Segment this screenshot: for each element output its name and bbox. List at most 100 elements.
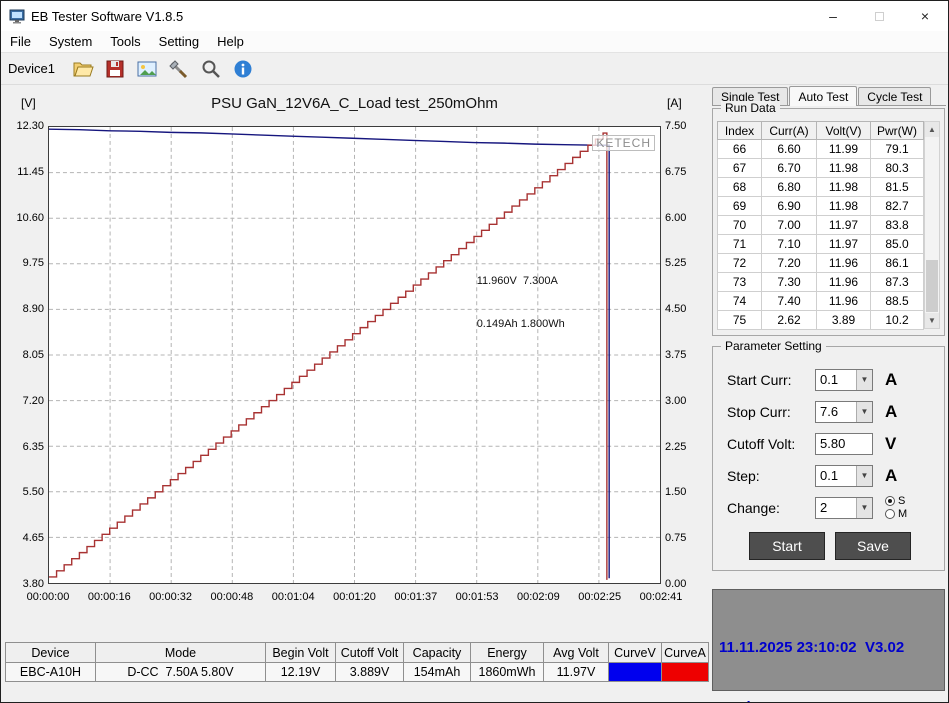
start-curr-label: Start Curr:	[727, 372, 815, 388]
run-data-row[interactable]: 727.2011.9686.1	[718, 254, 924, 273]
scroll-down-icon[interactable]: ▼	[925, 313, 939, 328]
tab-auto-test[interactable]: Auto Test	[789, 86, 857, 106]
step-unit: A	[885, 466, 897, 486]
right-axis-tick: 1.50	[665, 486, 701, 498]
start-curr-unit: A	[885, 370, 897, 390]
export-image-button[interactable]	[133, 55, 161, 83]
change-combo[interactable]: 2 ▼	[815, 497, 873, 519]
change-mode-radios: S M	[885, 495, 907, 521]
x-axis-tick: 00:00:32	[145, 591, 197, 603]
run-data-row[interactable]: 747.4011.9688.5	[718, 292, 924, 311]
col-device: Device	[6, 643, 96, 663]
start-curr-combo[interactable]: 0.1 ▼	[815, 369, 873, 391]
radio-m[interactable]: M	[885, 508, 907, 521]
status-panel: 11.11.2025 23:10:02 V3.02 Device1: STOP	[712, 589, 945, 691]
x-axis-tick: 00:00:48	[206, 591, 258, 603]
right-axis-tick: 4.50	[665, 303, 701, 315]
left-axis-tick: 3.80	[6, 578, 44, 590]
menu-file[interactable]: File	[1, 31, 40, 53]
chevron-down-icon[interactable]: ▼	[856, 466, 872, 486]
menu-system[interactable]: System	[40, 31, 101, 53]
left-axis-unit: [V]	[21, 96, 36, 110]
run-data-row[interactable]: 686.8011.9881.5	[718, 178, 924, 197]
device-value: EBC-A10H	[6, 663, 96, 682]
x-axis-tick: 00:00:16	[83, 591, 135, 603]
left-axis-tick: 11.45	[6, 166, 44, 178]
tab-cycle-test[interactable]: Cycle Test	[858, 87, 931, 105]
chart-area: [V] PSU GaN_12V6A_C_Load test_250mOhm [A…	[5, 89, 707, 621]
cursor-readout-line2: 0.149Ah 1.800Wh	[477, 317, 565, 331]
run-data-row[interactable]: 666.6011.9979.1	[718, 140, 924, 159]
maximize-button[interactable]	[856, 1, 902, 31]
save-button[interactable]: Save	[835, 532, 911, 560]
minimize-button[interactable]: –	[810, 1, 856, 31]
stop-curr-unit: A	[885, 402, 897, 422]
stop-curr-combo[interactable]: 7.6 ▼	[815, 401, 873, 423]
start-button[interactable]: Start	[749, 532, 825, 560]
menu-help[interactable]: Help	[208, 31, 253, 53]
close-button[interactable]: ×	[902, 1, 948, 31]
open-file-button[interactable]	[69, 55, 97, 83]
scrollbar-thumb[interactable]	[926, 260, 938, 312]
radio-s[interactable]: S	[885, 495, 907, 508]
window-controls: – ×	[810, 1, 948, 31]
cutoff-volt-input[interactable]: 5.80	[815, 433, 873, 455]
menubar: File System Tools Setting Help	[1, 31, 948, 53]
right-axis-tick: 7.50	[665, 120, 701, 132]
change-label: Change:	[727, 500, 815, 516]
step-combo[interactable]: 0.1 ▼	[815, 465, 873, 487]
step-row: Step: 0.1 ▼ A	[727, 463, 938, 488]
status-datetime: 11.11.2025 23:10:02 V3.02	[719, 638, 938, 658]
start-curr-row: Start Curr: 0.1 ▼ A	[727, 367, 938, 392]
curve-a-swatch[interactable]	[662, 663, 709, 682]
save-button-toolbar[interactable]	[101, 55, 129, 83]
run-data-row[interactable]: 676.7011.9880.3	[718, 159, 924, 178]
menu-setting[interactable]: Setting	[150, 31, 208, 53]
parameter-setting-legend: Parameter Setting	[721, 339, 826, 353]
cursor-readout-line1: 11.960V 7.300A	[477, 274, 565, 288]
x-axis-tick: 00:02:41	[635, 591, 687, 603]
run-data-row[interactable]: 737.3011.9687.3	[718, 273, 924, 292]
run-data-row[interactable]: 752.623.8910.2	[718, 311, 924, 330]
right-axis-tick: 3.00	[665, 395, 701, 407]
run-data-row[interactable]: 717.1011.9785.0	[718, 235, 924, 254]
right-axis-tick: 0.75	[665, 532, 701, 544]
run-data-row[interactable]: 696.9011.9882.7	[718, 197, 924, 216]
info-button[interactable]	[229, 55, 257, 83]
result-header-row: Device Mode Begin Volt Cutoff Volt Capac…	[6, 643, 709, 663]
scroll-up-icon[interactable]: ▲	[925, 122, 939, 137]
left-axis-tick: 12.30	[6, 120, 44, 132]
avg-volt-value: 11.97V	[544, 663, 609, 682]
col-curr: Curr(A)	[762, 122, 817, 140]
col-energy: Energy	[471, 643, 544, 663]
tools-button[interactable]	[165, 55, 193, 83]
col-avg-volt: Avg Volt	[544, 643, 609, 663]
x-axis-tick: 00:02:25	[574, 591, 626, 603]
zoom-button[interactable]	[197, 55, 225, 83]
right-axis-tick: 2.25	[665, 441, 701, 453]
chevron-down-icon[interactable]: ▼	[856, 402, 872, 422]
result-table: Device Mode Begin Volt Cutoff Volt Capac…	[5, 642, 709, 682]
parameter-setting-group: Parameter Setting Start Curr: 0.1 ▼ A St…	[712, 346, 945, 571]
cutoff-volt-unit: V	[885, 434, 896, 454]
plot-area[interactable]: 11.960V 7.300A 0.149Ah 1.800Wh KETECH	[48, 126, 661, 584]
energy-value: 1860mWh	[471, 663, 544, 682]
radio-m-dot	[885, 509, 895, 519]
right-axis-tick: 6.75	[665, 166, 701, 178]
left-axis-tick: 6.35	[6, 441, 44, 453]
run-data-row[interactable]: 707.0011.9783.8	[718, 216, 924, 235]
run-data-scrollbar[interactable]: ▲ ▼	[924, 121, 940, 329]
chevron-down-icon[interactable]: ▼	[856, 498, 872, 518]
right-axis-tick: 0.00	[665, 578, 701, 590]
chevron-down-icon[interactable]: ▼	[856, 370, 872, 390]
right-axis-tick: 6.00	[665, 212, 701, 224]
col-cutoff-volt: Cutoff Volt	[336, 643, 404, 663]
cutoff-volt-label: Cutoff Volt:	[727, 436, 815, 452]
menu-tools[interactable]: Tools	[101, 31, 149, 53]
parameter-buttons: Start Save	[749, 532, 938, 560]
app-icon	[9, 8, 25, 24]
run-data-body: 666.6011.9979.1676.7011.9880.3686.8011.9…	[718, 140, 924, 330]
left-axis-tick: 7.20	[6, 395, 44, 407]
run-data-wrap: Index Curr(A) Volt(V) Pwr(W) 666.6011.99…	[717, 121, 940, 329]
curve-v-swatch[interactable]	[609, 663, 662, 682]
